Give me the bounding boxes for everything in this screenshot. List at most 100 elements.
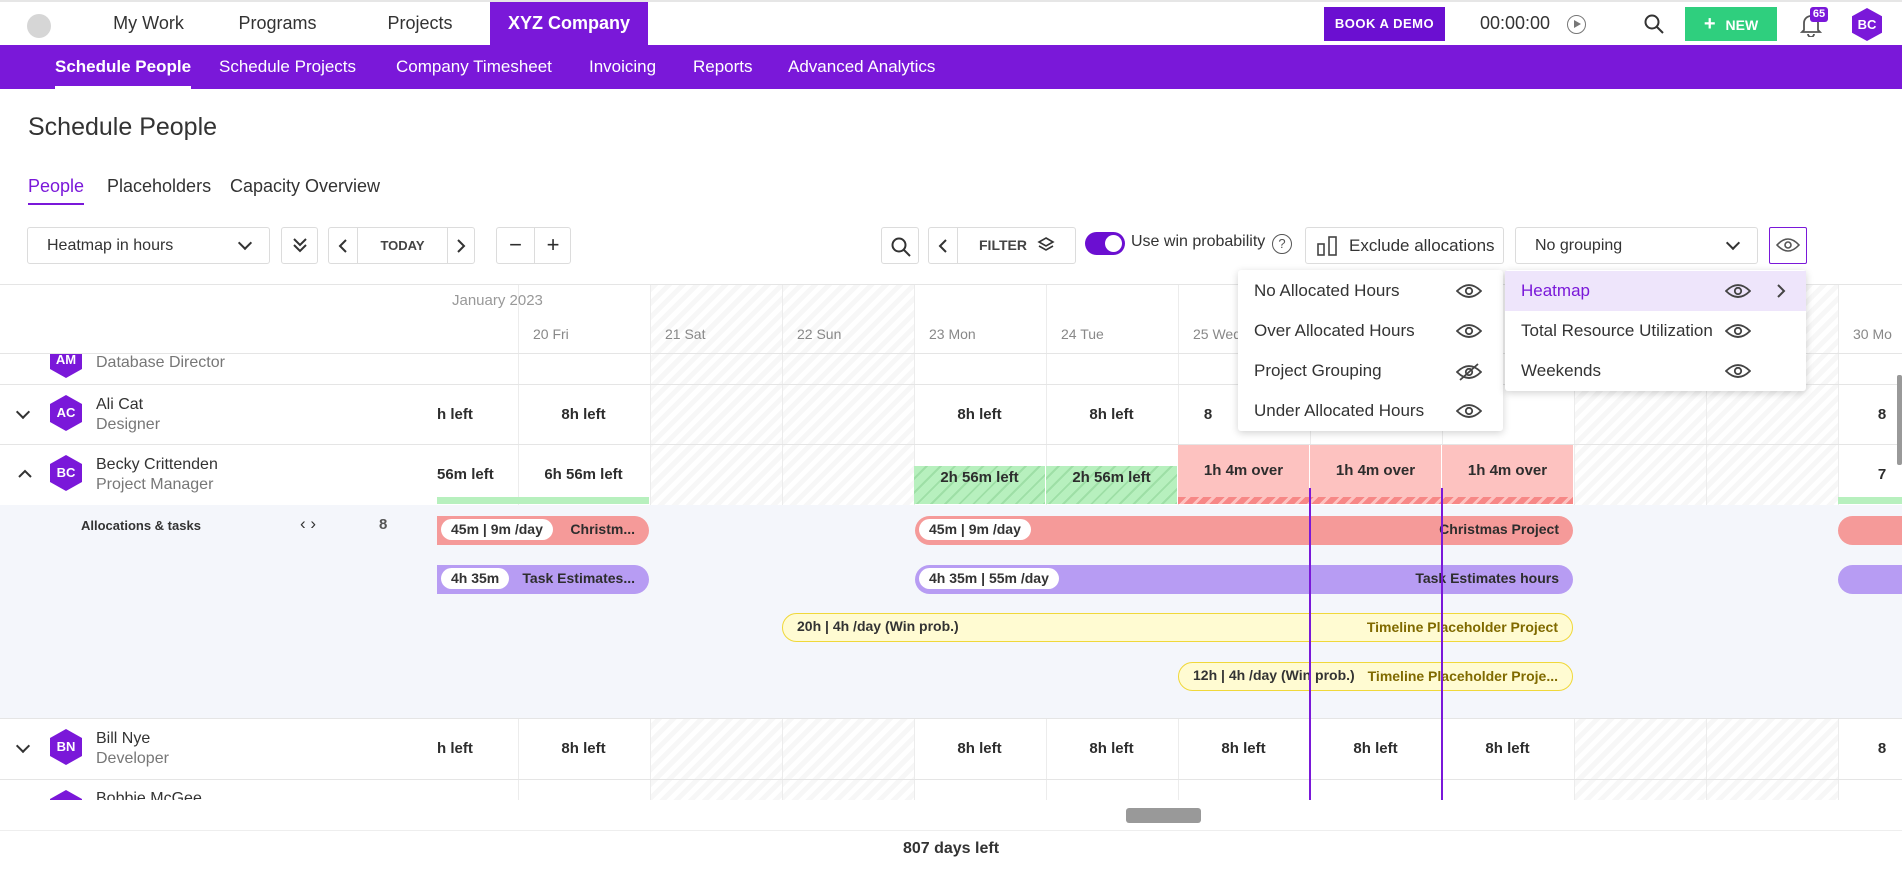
nav-my-work[interactable]: My Work bbox=[100, 2, 197, 45]
today-line bbox=[1309, 488, 1311, 800]
view-options-button[interactable] bbox=[1769, 227, 1807, 264]
heatmap-cell[interactable]: 8h left bbox=[518, 719, 649, 779]
chevron-right-icon[interactable] bbox=[455, 239, 467, 253]
eye-icon[interactable] bbox=[1725, 323, 1751, 339]
search-icon[interactable] bbox=[1644, 14, 1664, 34]
heatmap-cell[interactable]: h left bbox=[437, 719, 518, 779]
heatmap-cell[interactable]: 8 bbox=[1862, 719, 1902, 779]
subnav-advanced-analytics[interactable]: Advanced Analytics bbox=[788, 45, 935, 89]
help-icon[interactable]: ? bbox=[1272, 234, 1292, 254]
book-demo-button[interactable]: BOOK A DEMO bbox=[1324, 7, 1445, 41]
heatmap-cell[interactable]: 8h left bbox=[1310, 719, 1441, 779]
heatmap-cell[interactable]: 7 bbox=[1862, 445, 1902, 505]
sub-nav: Schedule People Schedule Projects Compan… bbox=[0, 45, 1902, 89]
app-logo-icon[interactable] bbox=[27, 14, 51, 38]
win-probability-toggle[interactable] bbox=[1085, 232, 1125, 255]
tab-capacity-overview[interactable]: Capacity Overview bbox=[230, 176, 380, 197]
placeholder-bar[interactable]: 12h | 4h /day (Win prob.) Timeline Placeh… bbox=[1178, 662, 1573, 691]
allocations-count: 8 bbox=[379, 516, 388, 533]
vertical-scrollbar[interactable] bbox=[1897, 375, 1902, 465]
heatmap-cell[interactable]: 1h 4m over bbox=[1178, 445, 1309, 504]
allocations-label: Allocations & tasks bbox=[81, 518, 201, 533]
eye-off-icon[interactable] bbox=[1456, 363, 1482, 381]
person-name[interactable]: Becky Crittenden bbox=[96, 456, 218, 474]
heatmap-cell[interactable]: 2h 56m left bbox=[1046, 466, 1177, 504]
horizontal-scrollbar[interactable] bbox=[1126, 808, 1201, 823]
zoom-in-button[interactable]: + bbox=[535, 228, 571, 263]
heatmap-cell[interactable]: 1h 4m over bbox=[1310, 445, 1441, 504]
heatmap-cell[interactable]: 6h 56m left bbox=[518, 445, 649, 505]
new-button[interactable]: + NEW bbox=[1685, 7, 1777, 41]
subnav-schedule-people[interactable]: Schedule People bbox=[55, 45, 192, 89]
grouping-select[interactable]: No grouping bbox=[1515, 227, 1758, 264]
chevron-left-icon[interactable] bbox=[337, 239, 349, 253]
new-label: NEW bbox=[1725, 17, 1759, 33]
eye-icon[interactable] bbox=[1456, 323, 1482, 339]
person-name[interactable]: Ali Cat bbox=[96, 396, 143, 414]
nav-projects[interactable]: Projects bbox=[370, 2, 470, 45]
eye-icon[interactable] bbox=[1725, 363, 1751, 379]
heatmap-cell[interactable]: 56m left bbox=[437, 445, 518, 505]
nav-programs[interactable]: Programs bbox=[225, 2, 330, 45]
heatmap-cell[interactable]: 8 bbox=[1862, 385, 1902, 445]
nav-company[interactable]: XYZ Company bbox=[490, 2, 648, 45]
chevron-left-icon[interactable] bbox=[937, 239, 949, 253]
code-toggle-icon[interactable]: ‹ › bbox=[300, 514, 316, 534]
allocation-label: Christmas Project bbox=[1439, 521, 1559, 537]
avatar: AC bbox=[50, 395, 82, 431]
exclude-allocations-button[interactable]: Exclude allocations bbox=[1305, 227, 1504, 264]
subnav-schedule-projects[interactable]: Schedule Projects bbox=[219, 45, 356, 89]
heatmap-cell[interactable]: 8 bbox=[1178, 385, 1238, 445]
view-select[interactable]: Heatmap in hours bbox=[27, 227, 270, 264]
expand-chevron-icon[interactable] bbox=[15, 404, 31, 420]
heatmap-cell[interactable]: 8h left bbox=[518, 385, 649, 445]
heatmap-cell[interactable]: 2h 56m left bbox=[914, 466, 1045, 504]
tab-placeholders[interactable]: Placeholders bbox=[107, 176, 211, 197]
zoom-out-button[interactable]: − bbox=[497, 228, 534, 263]
today-button[interactable]: TODAY bbox=[358, 228, 447, 263]
heatmap-cell[interactable]: 1h 4m over bbox=[1442, 445, 1573, 504]
tab-people[interactable]: People bbox=[28, 176, 85, 205]
heatmap-cell[interactable]: 8h left bbox=[914, 385, 1045, 445]
notification-badge: 65 bbox=[1810, 7, 1828, 22]
search-button[interactable] bbox=[881, 227, 919, 264]
collapse-all-button[interactable] bbox=[281, 227, 318, 264]
menu-item-heatmap[interactable]: Heatmap bbox=[1505, 271, 1806, 311]
heatmap-cell[interactable]: 8h left bbox=[1046, 385, 1177, 445]
eye-icon[interactable] bbox=[1456, 403, 1482, 419]
subnav-invoicing[interactable]: Invoicing bbox=[589, 45, 656, 89]
chevron-down-icon bbox=[237, 235, 253, 251]
subnav-company-timesheet[interactable]: Company Timesheet bbox=[396, 45, 552, 89]
menu-item-label: No Allocated Hours bbox=[1254, 281, 1400, 300]
heatmap-cell[interactable]: 8h left bbox=[1046, 719, 1177, 779]
double-chevron-down-icon bbox=[293, 238, 307, 253]
heatmap-cell[interactable]: 8h left bbox=[1178, 719, 1309, 779]
chevron-right-icon[interactable] bbox=[1776, 283, 1786, 299]
task-bar[interactable]: 4h 35m Task Estimates... bbox=[437, 565, 649, 594]
person-name[interactable]: Bill Nye bbox=[96, 730, 150, 748]
play-icon[interactable] bbox=[1567, 15, 1586, 34]
person-name[interactable]: Bobbie McGee bbox=[96, 790, 202, 800]
expand-chevron-icon[interactable] bbox=[15, 738, 31, 754]
heatmap-cell[interactable]: 8h left bbox=[914, 719, 1045, 779]
subnav-reports[interactable]: Reports bbox=[693, 45, 753, 89]
placeholder-bar[interactable]: 20h | 4h /day (Win prob.) Timeline Placeh… bbox=[782, 613, 1573, 642]
allocation-pill: 45m | 9m /day bbox=[919, 519, 1031, 540]
allocation-bar[interactable]: 45m | 9m /day Christmas Project bbox=[915, 516, 1573, 545]
heatmap-cell[interactable]: 8h left bbox=[1442, 719, 1573, 779]
win-probability-label: Use win probability bbox=[1131, 233, 1266, 250]
menu-item-total-resource-utilization[interactable]: Total Resource Utilization bbox=[1505, 311, 1806, 351]
filter-button[interactable]: FILTER bbox=[979, 228, 1027, 263]
allocation-bar[interactable]: 45m | 9m /day Christm... bbox=[437, 516, 649, 545]
collapse-chevron-icon[interactable] bbox=[18, 469, 32, 479]
avatar[interactable]: BC bbox=[1852, 8, 1882, 41]
heatmap-cell[interactable]: h left bbox=[437, 385, 518, 445]
allocation-bar[interactable] bbox=[1838, 516, 1902, 545]
eye-icon[interactable] bbox=[1725, 283, 1751, 299]
task-bar[interactable] bbox=[1838, 565, 1902, 594]
menu-item-weekends[interactable]: Weekends bbox=[1505, 351, 1806, 391]
eye-icon[interactable] bbox=[1456, 283, 1482, 299]
allocation-label: Timeline Placeholder Project bbox=[1366, 619, 1558, 635]
allocation-label: Task Estimates hours bbox=[1415, 570, 1559, 586]
task-bar[interactable]: 4h 35m | 55m /day Task Estimates hours bbox=[915, 565, 1573, 594]
